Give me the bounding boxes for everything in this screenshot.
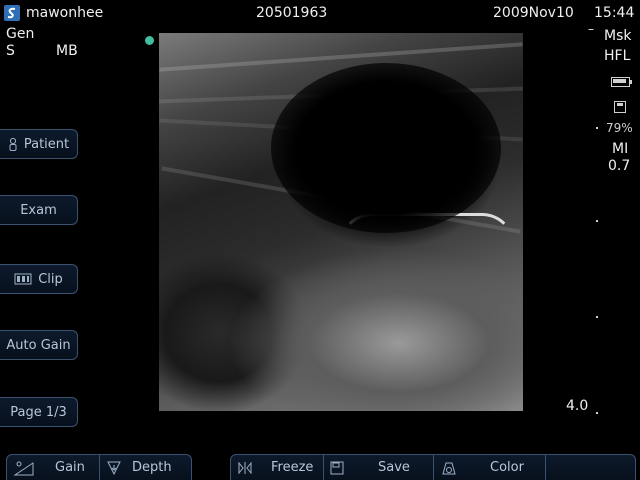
patient-button[interactable]: Patient bbox=[0, 129, 78, 159]
depth-tick bbox=[596, 412, 598, 414]
page-label: Page 1/3 bbox=[10, 404, 67, 420]
page-button[interactable]: Page 1/3 bbox=[0, 397, 78, 427]
auto-gain-button[interactable]: Auto Gain bbox=[0, 330, 78, 360]
bottom-left-bar: Gain Depth bbox=[6, 454, 192, 480]
user-name: mawonhee bbox=[26, 5, 104, 21]
depth-tick bbox=[596, 220, 598, 222]
freeze-label: Freeze bbox=[271, 460, 314, 475]
mode-s: S bbox=[6, 43, 15, 59]
auto-gain-label: Auto Gain bbox=[6, 337, 71, 353]
person-icon bbox=[9, 137, 17, 151]
gain-label: Gain bbox=[55, 460, 85, 475]
depth-tick bbox=[596, 316, 598, 318]
logo bbox=[4, 5, 20, 21]
gain-icon bbox=[13, 461, 34, 475]
date: 2009Nov10 bbox=[493, 5, 574, 21]
bottom-right-bar: Freeze Save Color bbox=[230, 454, 636, 480]
depth-button[interactable]: Depth bbox=[99, 455, 191, 480]
mode-gen: Gen bbox=[6, 26, 35, 42]
battery-icon bbox=[611, 77, 632, 87]
preset-label: Msk bbox=[604, 28, 632, 44]
orientation-marker bbox=[145, 36, 154, 45]
storage-percent: 79% bbox=[606, 121, 633, 135]
exam-label: Exam bbox=[20, 202, 57, 218]
time: 15:44 bbox=[594, 5, 635, 21]
color-button[interactable]: Color bbox=[433, 455, 545, 480]
dash-mark: – bbox=[588, 22, 594, 36]
clip-label: Clip bbox=[38, 271, 63, 287]
film-icon bbox=[14, 273, 32, 285]
save-button[interactable]: Save bbox=[323, 455, 433, 480]
probe-label: HFL bbox=[604, 48, 631, 64]
mi-value: 0.7 bbox=[608, 158, 631, 174]
depth-value: 4.0 bbox=[566, 398, 589, 414]
save-label: Save bbox=[378, 460, 410, 475]
ultrasound-image[interactable] bbox=[159, 33, 523, 411]
storage-dot bbox=[596, 127, 598, 129]
freeze-icon bbox=[238, 461, 252, 474]
save-disk-icon bbox=[614, 101, 626, 113]
exam-button[interactable]: Exam bbox=[0, 195, 78, 225]
s-logo-icon bbox=[7, 7, 16, 19]
mode-mb: MB bbox=[56, 43, 78, 59]
color-label: Color bbox=[490, 460, 524, 475]
study-id: 20501963 bbox=[256, 5, 328, 21]
empty-slot-button[interactable] bbox=[545, 455, 635, 480]
gain-button[interactable]: Gain bbox=[7, 455, 99, 480]
freeze-button[interactable]: Freeze bbox=[231, 455, 323, 480]
save-icon bbox=[330, 461, 344, 474]
depth-label: Depth bbox=[132, 460, 172, 475]
clip-button[interactable]: Clip bbox=[0, 264, 78, 294]
mi-label: MI bbox=[612, 141, 629, 157]
color-icon bbox=[442, 462, 456, 474]
patient-label: Patient bbox=[23, 136, 70, 152]
depth-icon bbox=[107, 461, 121, 475]
